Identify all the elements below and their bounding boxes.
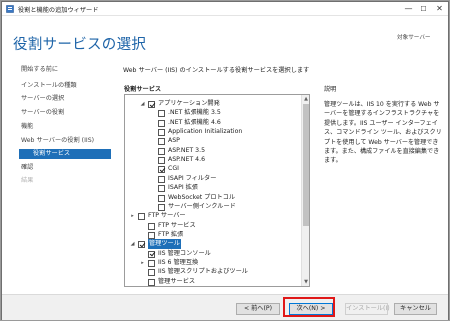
role-service-checkbox[interactable] xyxy=(158,185,165,193)
role-service-checkbox[interactable] xyxy=(148,278,155,286)
nav-step-confirmation[interactable]: 確認 xyxy=(19,163,111,173)
wizard-window: 役割と機能の追加ウィザード — ☐ ✕ 役割サービスの選択 対象サーバー 開始す… xyxy=(1,1,449,320)
role-service-label: 管理サービス xyxy=(158,277,196,285)
role-service-checkbox[interactable] xyxy=(148,222,155,230)
tree-scrollbar[interactable]: ▲ ▼ xyxy=(301,95,309,286)
collapse-arrow-icon[interactable]: ◢ xyxy=(129,239,136,249)
role-service-checkbox[interactable] xyxy=(158,194,165,202)
scroll-down-arrow-icon[interactable]: ▼ xyxy=(302,278,309,286)
role-service-checkbox[interactable] xyxy=(148,101,155,108)
role-service-checkbox[interactable] xyxy=(148,231,155,239)
description-heading: 説明 xyxy=(324,86,337,93)
nav-step-features[interactable]: 機能 xyxy=(19,122,111,132)
install-button: インストール(I) xyxy=(345,303,390,315)
title-bar: 役割と機能の追加ウィザード — ☐ ✕ xyxy=(2,2,448,16)
server-manager-icon xyxy=(6,5,14,13)
role-service-checkbox[interactable] xyxy=(158,147,165,155)
scroll-up-arrow-icon[interactable]: ▲ xyxy=(302,95,309,103)
maximize-button[interactable]: ☐ xyxy=(416,3,431,15)
nav-step-before-you-begin[interactable]: 開始する前に xyxy=(19,65,111,75)
role-service-checkbox[interactable] xyxy=(148,250,155,258)
role-service-checkbox[interactable] xyxy=(158,129,165,137)
target-server-label: 対象サーバー xyxy=(397,35,431,41)
nav-step-role-services[interactable]: 役割サービス xyxy=(19,149,111,159)
close-button[interactable]: ✕ xyxy=(432,3,447,15)
role-service-checkbox[interactable] xyxy=(158,138,165,146)
nav-step-installation-type[interactable]: インストールの種類 xyxy=(19,81,111,91)
role-service-checkbox[interactable] xyxy=(148,259,155,267)
wizard-footer: < 前へ(P) 次へ(N) > インストール(I) キャンセル xyxy=(2,294,448,320)
role-service-checkbox[interactable] xyxy=(158,110,165,118)
page-title: 役割サービスの選択 xyxy=(13,37,147,53)
role-service-checkbox[interactable] xyxy=(138,213,145,221)
previous-button[interactable]: < 前へ(P) xyxy=(236,303,280,315)
role-service-checkbox[interactable] xyxy=(158,175,165,183)
role-services-tree[interactable]: ◢ アプリケーション開発 .NET 拡張機能 3.5 .NET 拡張機能 4.6 App… xyxy=(124,94,310,287)
description-text: 管理ツールは、IIS 10 を実行する Web サーバーを管理するインフラストラ… xyxy=(324,101,442,165)
expand-arrow-icon[interactable]: ▸ xyxy=(139,258,146,268)
role-service-checkbox[interactable] xyxy=(158,157,165,165)
header-banner: 役割サービスの選択 対象サーバー xyxy=(2,17,448,61)
window-title: 役割と機能の追加ウィザード xyxy=(18,7,99,14)
nav-step-results: 結果 xyxy=(21,177,34,184)
roles-section-label: 役割サービス xyxy=(124,86,162,93)
role-service-checkbox[interactable] xyxy=(158,119,165,127)
role-service-checkbox[interactable] xyxy=(158,166,165,174)
instruction-text: Web サーバー (IIS) のインストールする役割サービスを選択します xyxy=(123,67,310,74)
role-service-checkbox[interactable] xyxy=(138,241,145,249)
collapse-arrow-icon[interactable]: ◢ xyxy=(139,99,146,109)
minimize-button[interactable]: — xyxy=(401,3,416,15)
nav-step-server-roles[interactable]: サーバーの役割 xyxy=(19,108,111,118)
nav-step-web-server-role[interactable]: Web サーバーの役割 (IIS) xyxy=(19,136,111,146)
cancel-button[interactable]: キャンセル xyxy=(394,303,437,315)
next-button-highlight-box xyxy=(283,297,335,317)
role-service-checkbox[interactable] xyxy=(148,269,155,277)
scroll-thumb[interactable] xyxy=(303,104,309,226)
expand-arrow-icon[interactable]: ▸ xyxy=(129,211,136,221)
role-service-checkbox[interactable] xyxy=(158,203,165,211)
nav-step-server-selection[interactable]: サーバーの選択 xyxy=(19,94,111,104)
